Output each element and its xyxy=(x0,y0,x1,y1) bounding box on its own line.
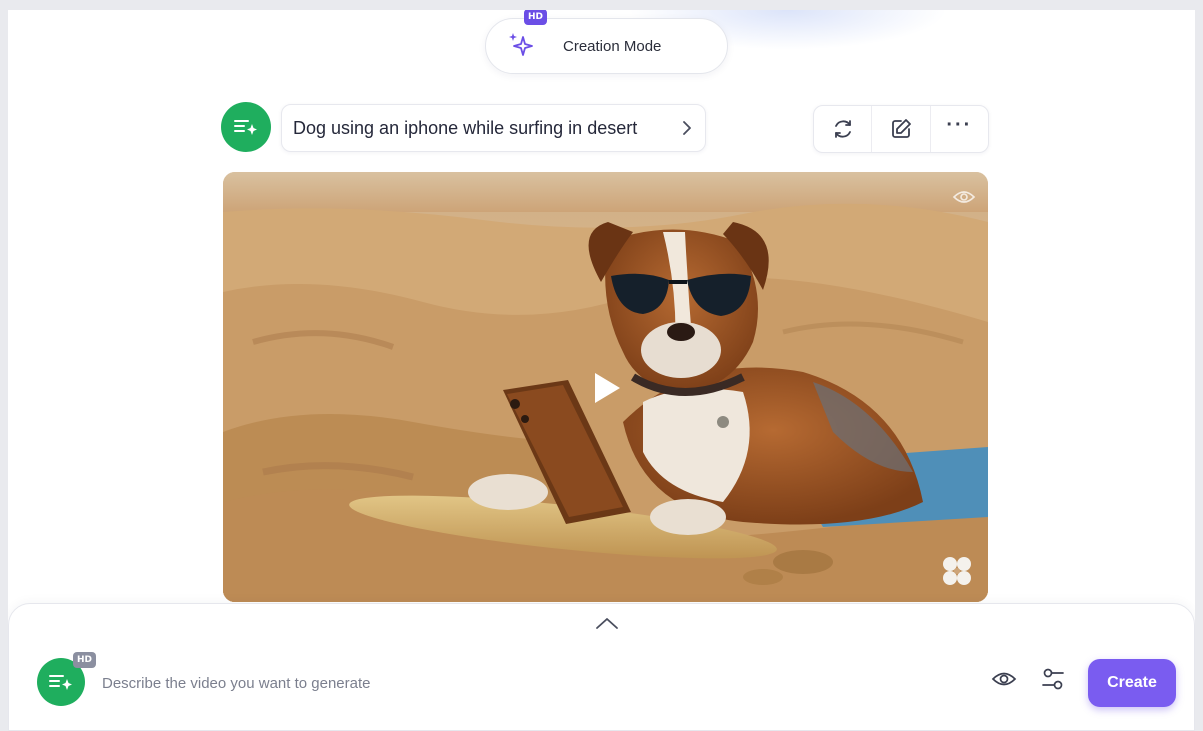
sliders-icon[interactable] xyxy=(1041,666,1065,692)
video-prompt-input[interactable] xyxy=(102,670,722,696)
chevron-up-icon[interactable] xyxy=(594,616,620,632)
prompt-generate-icon xyxy=(234,120,257,135)
edit-icon xyxy=(892,119,911,138)
brand-logo-icon xyxy=(943,557,971,585)
regenerate-icon xyxy=(834,120,851,138)
chevron-right-icon xyxy=(683,121,691,135)
eye-icon[interactable] xyxy=(952,188,976,206)
regenerate-button[interactable] xyxy=(814,106,873,152)
creation-mode-toggle[interactable]: HD Creation Mode xyxy=(485,10,728,74)
edit-button[interactable] xyxy=(872,106,931,152)
sparkle-icon xyxy=(509,33,533,56)
more-options-icon: ··· xyxy=(946,113,973,136)
prompt-chip[interactable]: Dog using an iphone while surfing in des… xyxy=(281,104,706,152)
eye-icon[interactable] xyxy=(991,669,1017,689)
hd-badge: HD xyxy=(73,652,97,668)
prompt-composer: HD Create xyxy=(8,603,1195,731)
hd-badge: HD xyxy=(524,10,548,25)
result-actions: ··· xyxy=(813,105,989,153)
play-icon[interactable] xyxy=(591,370,623,406)
creation-mode-label: Creation Mode xyxy=(563,38,662,55)
prompt-generate-icon xyxy=(49,675,72,690)
prompt-text: Dog using an iphone while surfing in des… xyxy=(293,117,638,138)
prompt-avatar xyxy=(221,102,271,152)
more-options-button[interactable]: ··· xyxy=(931,106,988,152)
create-button[interactable]: Create xyxy=(1088,659,1176,707)
generated-video[interactable] xyxy=(223,172,988,602)
app-window: HD Creation Mode Dog using an iphone whi… xyxy=(8,10,1195,731)
